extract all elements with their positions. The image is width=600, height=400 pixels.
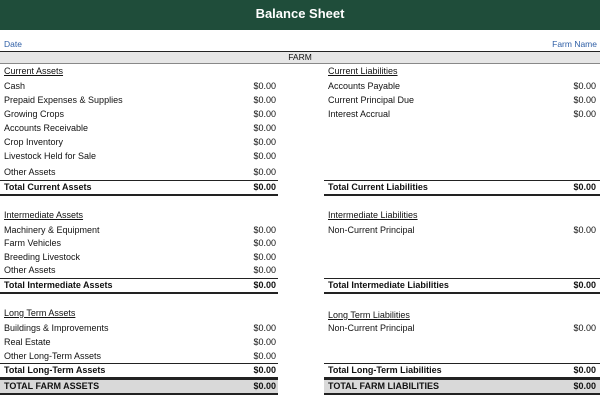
total-farm-assets-label: TOTAL FARM ASSETS [4,381,100,391]
interest-accrual-label: Interest Accrual [328,109,391,119]
list-item: Accounts Receivable $0.00 [4,122,276,135]
list-item: Farm Vehicles $0.00 [4,237,276,250]
total-intermediate-assets-row: Total Intermediate Assets $0.00 [4,279,276,292]
accounts-receivable-value[interactable]: $0.00 [253,122,276,135]
total-current-assets-row: Total Current Assets $0.00 [4,181,276,194]
other-long-term-assets-value[interactable]: $0.00 [253,350,276,363]
total-long-term-assets-label: Total Long-Term Assets [4,365,106,375]
date-row: Date Farm Name [0,37,600,52]
prepaid-label: Prepaid Expenses & Supplies [4,95,123,105]
long-term-assets-header: Long Term Assets [4,308,76,318]
prepaid-value[interactable]: $0.00 [253,94,276,107]
current-principal-due-value[interactable]: $0.00 [573,94,596,107]
long-term-liabilities-header: Long Term Liabilities [328,310,410,320]
non-current-principal-lt-value[interactable]: $0.00 [573,322,596,335]
list-item: Growing Crops $0.00 [4,108,276,121]
interest-accrual-value[interactable]: $0.00 [573,108,596,121]
non-current-principal-int-value[interactable]: $0.00 [573,224,596,237]
total-long-term-assets-row: Total Long-Term Assets $0.00 [4,364,276,377]
sheet-title: Balance Sheet [0,0,600,30]
intermediate-assets-header: Intermediate Assets [4,210,84,220]
current-assets-header: Current Assets [4,66,64,76]
current-principal-due-label: Current Principal Due [328,95,415,105]
buildings-value[interactable]: $0.00 [253,322,276,335]
cash-label: Cash [4,81,26,91]
accounts-payable-label: Accounts Payable [328,81,401,91]
list-item: Non-Current Principal $0.00 [328,224,596,237]
total-long-term-liabilities-label: Total Long-Term Liabilities [328,365,442,375]
total-intermediate-liabilities-row: Total Intermediate Liabilities $0.00 [328,279,596,292]
list-item: Crop Inventory $0.00 [4,136,276,149]
livestock-sale-value[interactable]: $0.00 [253,150,276,163]
total-intermediate-assets-label: Total Intermediate Assets [4,280,113,290]
total-long-term-liabilities-value: $0.00 [573,365,596,375]
list-item: Cash $0.00 [4,80,276,93]
list-item: Other Assets $0.00 [4,166,276,179]
list-item: Interest Accrual $0.00 [328,108,596,121]
date-label[interactable]: Date [4,39,22,49]
machinery-label: Machinery & Equipment [4,225,100,235]
intermediate-liabilities-header: Intermediate Liabilities [328,210,418,220]
growing-crops-value[interactable]: $0.00 [253,108,276,121]
list-item: Other Assets $0.00 [4,264,276,277]
growing-crops-label: Growing Crops [4,109,65,119]
list-item: Other Long-Term Assets $0.00 [4,350,276,363]
total-current-assets-value: $0.00 [253,182,276,192]
total-intermediate-liabilities-value: $0.00 [573,280,596,290]
list-item: Livestock Held for Sale $0.00 [4,150,276,163]
list-item: Buildings & Improvements $0.00 [4,322,276,335]
total-intermediate-assets-value: $0.00 [253,280,276,290]
list-item: Breeding Livestock $0.00 [4,251,276,264]
total-farm-liabilities-label: TOTAL FARM LIABILITIES [328,381,439,391]
list-item: Accounts Payable $0.00 [328,80,596,93]
total-farm-assets-row: TOTAL FARM ASSETS $0.00 [4,380,276,393]
current-liabilities-header: Current Liabilities [328,66,398,76]
other-intermediate-assets-label: Other Assets [4,265,56,275]
total-intermediate-liabilities-label: Total Intermediate Liabilities [328,280,449,290]
total-long-term-liabilities-row: Total Long-Term Liabilities $0.00 [328,364,596,377]
non-current-principal-int-label: Non-Current Principal [328,225,415,235]
farm-name-label[interactable]: Farm Name [552,39,597,49]
total-current-liabilities-value: $0.00 [573,182,596,192]
breeding-livestock-value[interactable]: $0.00 [253,251,276,264]
list-item: Real Estate $0.00 [4,336,276,349]
other-long-term-assets-label: Other Long-Term Assets [4,351,102,361]
non-current-principal-lt-label: Non-Current Principal [328,323,415,333]
total-current-liabilities-row: Total Current Liabilities $0.00 [328,181,596,194]
total-farm-liabilities-row: TOTAL FARM LIABILITIES $0.00 [328,380,596,393]
accounts-payable-value[interactable]: $0.00 [573,80,596,93]
total-current-assets-label: Total Current Assets [4,182,92,192]
other-intermediate-assets-value[interactable]: $0.00 [253,264,276,277]
other-current-assets-label: Other Assets [4,167,56,177]
breeding-livestock-label: Breeding Livestock [4,252,81,262]
list-item: Current Principal Due $0.00 [328,94,596,107]
livestock-sale-label: Livestock Held for Sale [4,151,97,161]
farm-vehicles-label: Farm Vehicles [4,238,62,248]
total-long-term-assets-value: $0.00 [253,365,276,375]
list-item: Machinery & Equipment $0.00 [4,224,276,237]
total-farm-assets-value: $0.00 [253,381,276,391]
buildings-label: Buildings & Improvements [4,323,109,333]
total-farm-liabilities-value: $0.00 [573,381,596,391]
accounts-receivable-label: Accounts Receivable [4,123,89,133]
crop-inventory-value[interactable]: $0.00 [253,136,276,149]
cash-value[interactable]: $0.00 [253,80,276,93]
crop-inventory-label: Crop Inventory [4,137,64,147]
list-item: Non-Current Principal $0.00 [328,322,596,335]
balance-sheet: Balance Sheet Date Farm Name FARM Curren… [0,0,600,400]
section-label-farm: FARM [0,52,600,64]
total-current-liabilities-label: Total Current Liabilities [328,182,428,192]
list-item: Prepaid Expenses & Supplies $0.00 [4,94,276,107]
real-estate-label: Real Estate [4,337,51,347]
farm-vehicles-value[interactable]: $0.00 [253,237,276,250]
real-estate-value[interactable]: $0.00 [253,336,276,349]
machinery-value[interactable]: $0.00 [253,224,276,237]
other-current-assets-value[interactable]: $0.00 [253,166,276,179]
